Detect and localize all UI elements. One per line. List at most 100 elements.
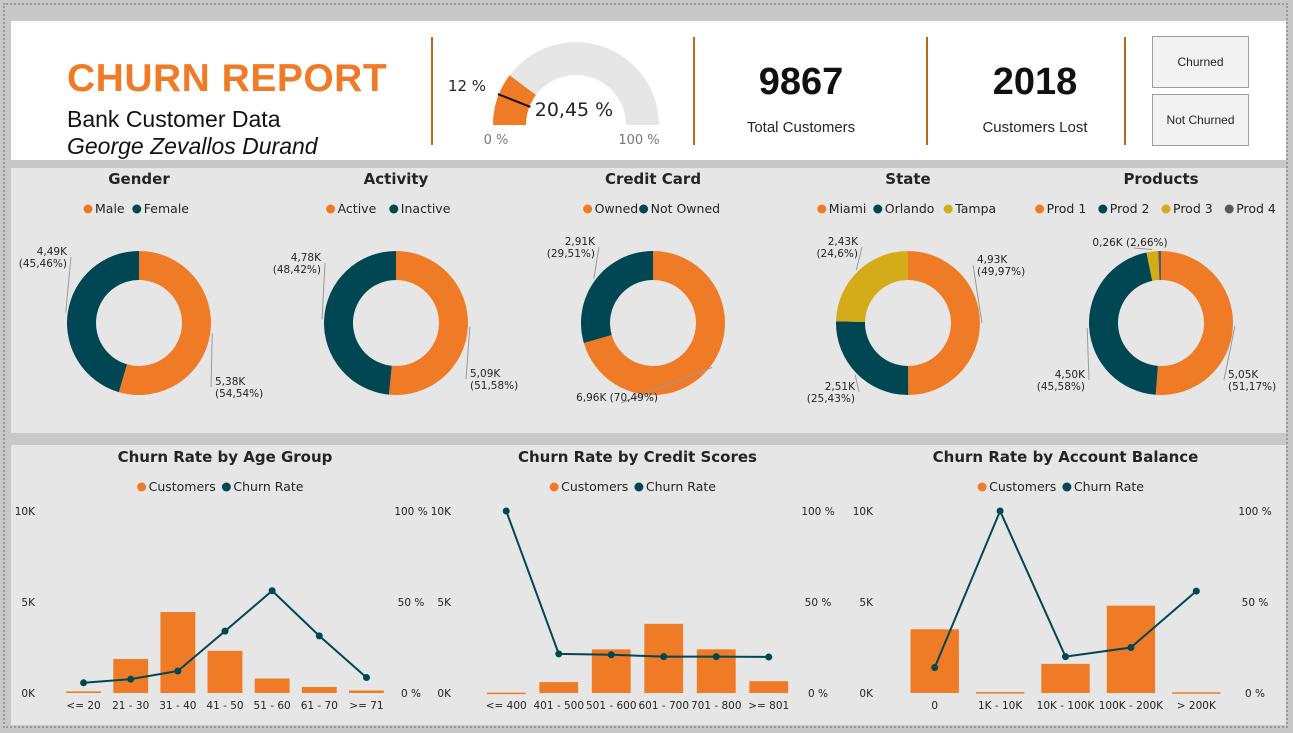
bar [1041,663,1090,693]
churn-rate-point [607,651,615,659]
legend-marker [634,482,644,492]
churn-rate-point [80,679,88,687]
donut-data-label: 4,50K [1055,369,1086,381]
y-axis-left-tick: 10K [431,506,452,518]
donut-chart-title: Credit Card [605,170,701,188]
churn-rate-point [1192,587,1200,595]
x-axis-tick: 1K - 10K [978,700,1023,712]
y-axis-right-tick: 0 % [808,688,828,700]
bar [207,650,243,693]
donut-slice [836,251,908,322]
x-axis-tick: <= 20 [66,700,100,712]
donut-data-label: 4,49K [37,246,68,258]
donut-slice [323,251,396,395]
donut-chart-title: Activity [364,170,429,188]
churn-rate-point [221,627,229,635]
donut-data-label: 5,38K [215,376,246,388]
churn-rate-point [1127,644,1135,651]
donut-data-label: 6,96K (70,49%) [576,392,658,404]
charts-svg: 20,45 % 12 % 0 % 100 % Gender Male Female 5,38K… [15,42,1276,712]
x-axis-tick: >= 801 [748,700,789,712]
legend-marker [639,204,649,214]
legend-marker [873,204,883,214]
legend-label: Miami [829,201,867,216]
donut-leader-line [1086,327,1090,381]
churn-rate-point [660,653,668,661]
donut-data-label: (48,42%) [273,264,321,276]
donut-data-label: (51,58%) [470,380,518,392]
legend-label: Orlando [885,201,935,216]
legend-label: Prod 2 [1110,201,1150,216]
y-axis-right-tick: 0 % [1245,688,1265,700]
x-axis-tick: 31 - 40 [159,700,196,712]
donut-leader-line [854,374,860,393]
donut-chart-title: Gender [108,170,170,188]
donut-chart-title: State [885,170,930,188]
bar [975,692,1025,694]
y-axis-right-tick: 100 % [394,506,427,518]
bar [749,681,789,693]
x-axis-tick: 401 - 500 [533,700,584,712]
x-axis-tick: 51 - 60 [254,700,291,712]
donut-data-label: (51,17%) [1228,381,1276,393]
churn-rate-point [174,667,182,675]
report-canvas: CHURN REPORT Bank Customer Data George Z… [3,3,1288,728]
y-axis-left-tick: 5K [859,597,874,609]
legend-marker [1035,204,1045,214]
legend-label: Prod 4 [1236,201,1276,216]
combo-chart-title: Churn Rate by Credit Scores [518,448,757,466]
legend-label: Active [338,201,377,216]
legend-marker [583,204,593,214]
donut-data-label: 2,91K [565,236,596,248]
churn-rate-point [765,653,773,661]
legend-marker [549,482,559,492]
legend-label: Male [95,201,125,216]
legend-label: Female [144,201,190,216]
legend-marker [817,204,827,214]
legend-label: Churn Rate [646,479,716,494]
churn-rate-point [931,664,939,672]
x-axis-tick: 100K - 200K [1099,700,1164,712]
y-axis-left-tick: 10K [15,506,36,518]
y-axis-right-tick: 50 % [398,597,425,609]
donut-slice [388,251,468,395]
y-axis-left-tick: 10K [853,506,874,518]
donut-slice [581,251,653,344]
donut-data-label: 5,05K [1228,369,1259,381]
y-axis-right-tick: 100 % [801,506,834,518]
donut-slice [1155,251,1233,395]
legend-label: Churn Rate [233,479,303,494]
legend-marker [1224,204,1234,214]
legend-label: Customers [561,479,628,494]
y-axis-left-tick: 5K [437,597,452,609]
donut-data-label: 0,26K (2,66%) [1092,237,1167,249]
bar [1172,692,1221,694]
y-axis-left-tick: 0K [21,688,36,700]
legend-marker [132,204,142,214]
donut-data-label: (49,97%) [977,266,1025,278]
x-axis-tick: 501 - 600 [586,700,637,712]
churn-rate-point [1062,653,1069,661]
legend-marker [389,204,399,214]
combo-chart-title: Churn Rate by Age Group [118,448,333,466]
x-axis-tick: 41 - 50 [206,700,243,712]
legend-label: Customers [149,479,216,494]
x-axis-tick: >= 71 [349,700,383,712]
churn-rate-point [555,650,563,658]
y-axis-left-tick: 0K [859,688,874,700]
x-axis-tick: 61 - 70 [301,700,338,712]
legend-label: Prod 3 [1173,201,1213,216]
gauge-value-label: 20,45 % [535,99,614,121]
churn-rate-line [933,508,1197,668]
legend-marker [1062,482,1072,492]
bar [254,678,290,693]
bar [301,686,337,693]
y-axis-right-tick: 50 % [1242,597,1269,609]
bar [348,690,384,693]
y-axis-left-tick: 0K [437,688,452,700]
x-axis-tick: 601 - 700 [638,700,689,712]
x-axis-tick: 0 [931,700,938,712]
donut-slice [908,251,981,395]
legend-marker [1098,204,1108,214]
donut-data-label: 2,51K [825,381,856,393]
